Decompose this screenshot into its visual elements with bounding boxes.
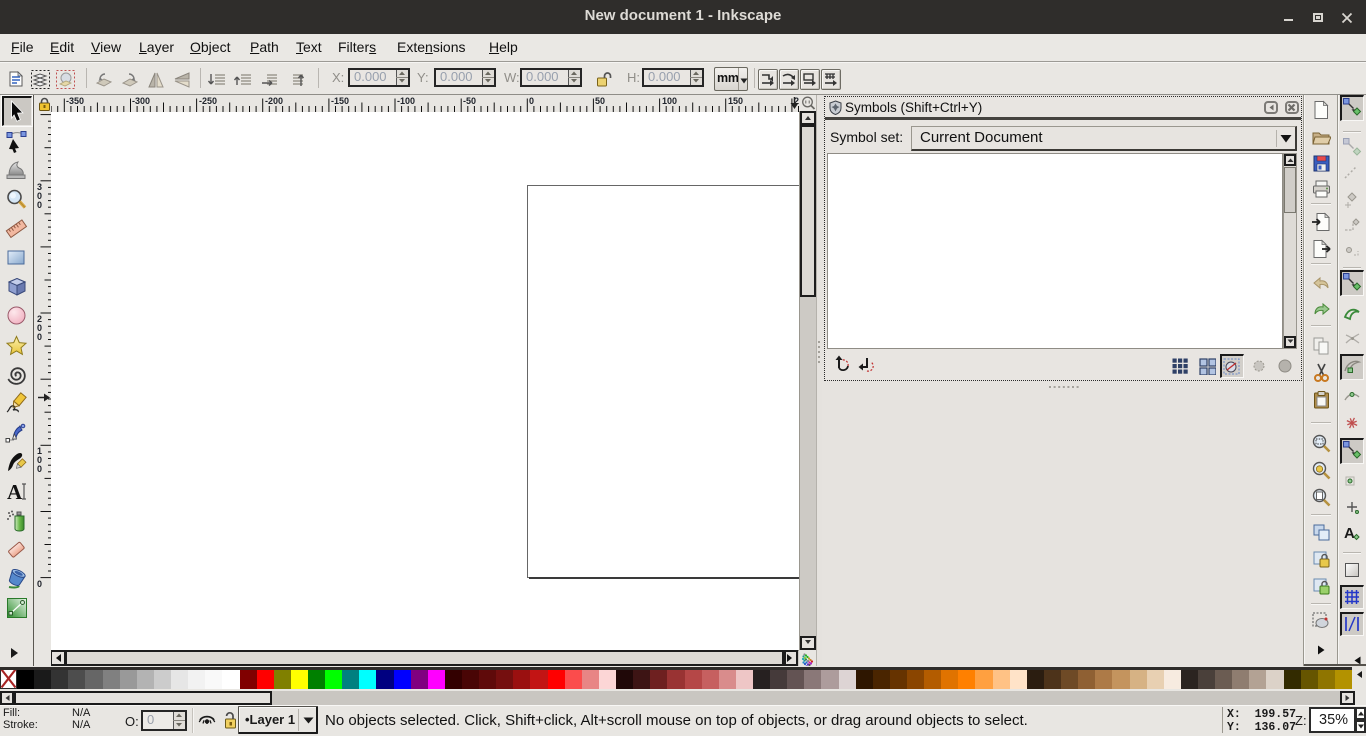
- svg-text:A: A: [1344, 525, 1355, 542]
- svg-text:A: A: [7, 480, 23, 504]
